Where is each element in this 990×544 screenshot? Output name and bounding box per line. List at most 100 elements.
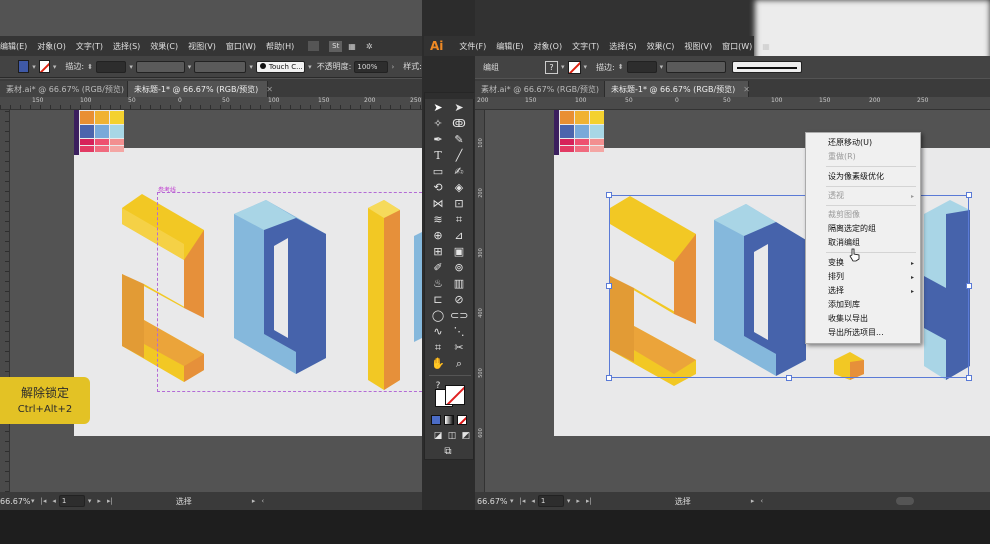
- warp-tool-icon[interactable]: ⋱: [450, 325, 468, 339]
- stroke-chevron-icon[interactable]: ▾: [53, 63, 57, 71]
- gradient-mode-icon[interactable]: [444, 415, 454, 425]
- menu-item-crop-image[interactable]: 裁剪图像: [828, 209, 860, 221]
- zoom-level[interactable]: 66.67%: [477, 497, 508, 506]
- stroke-swatch[interactable]: [567, 60, 581, 74]
- stroke-weight-chevron-icon[interactable]: ▾: [129, 63, 133, 71]
- brush-definition-field[interactable]: [194, 60, 247, 73]
- guide-bounding-box[interactable]: [157, 192, 422, 392]
- tab-sucai[interactable]: 素材.ai* @ 66.67% (RGB/预览)✕: [475, 81, 614, 97]
- stroke-stepper-icon[interactable]: ⬍: [618, 63, 624, 71]
- opacity-field[interactable]: 100%: [354, 60, 389, 73]
- rotate-tool-icon[interactable]: ⋈: [429, 197, 447, 211]
- fill-swatch-unknown[interactable]: ?: [545, 60, 558, 74]
- hand-tool-icon[interactable]: ✋: [429, 357, 447, 371]
- rectangle-tool-icon[interactable]: ▭: [429, 165, 447, 179]
- menu-effect[interactable]: 效果(C): [647, 41, 675, 52]
- menu-item-add-to-library[interactable]: 添加到库: [828, 299, 860, 311]
- menu-object[interactable]: 对象(O): [534, 41, 563, 52]
- tab-untitled[interactable]: 未标题-1* @ 66.67% (RGB/预览) ✕: [605, 81, 750, 97]
- eraser-alt-tool-icon[interactable]: ⊂⊃: [450, 309, 468, 323]
- menu-window[interactable]: 窗口(W): [226, 41, 256, 52]
- stroke-profile-field[interactable]: [732, 61, 803, 73]
- selection-handle-mr[interactable]: [966, 283, 972, 289]
- next-artboard-icon[interactable]: ▸: [97, 497, 101, 505]
- gradient-tool-icon[interactable]: ▣: [450, 245, 468, 259]
- selection-tool-icon[interactable]: ➤: [429, 101, 447, 115]
- selection-handle-bm[interactable]: [786, 375, 792, 381]
- menu-item-export-selection[interactable]: 导出所选项目...: [828, 327, 884, 339]
- menu-type[interactable]: 文字(T): [76, 41, 103, 52]
- close-icon[interactable]: ✕: [266, 85, 273, 94]
- scale-tool-icon[interactable]: ⊡: [450, 197, 468, 211]
- stroke-weight-chevron-icon[interactable]: ▾: [660, 63, 664, 71]
- type-tool-icon[interactable]: T: [429, 149, 447, 163]
- none-mode-icon[interactable]: [457, 415, 467, 425]
- menu-effect[interactable]: 效果(C): [150, 41, 178, 52]
- artboard-chevron-icon[interactable]: ▾: [88, 497, 92, 505]
- bridge-icon[interactable]: [308, 41, 320, 51]
- knife-tool-icon[interactable]: ✂: [450, 341, 468, 355]
- lasso-tool-icon[interactable]: ↂ: [450, 117, 468, 131]
- artboard-number-field[interactable]: 1: [537, 495, 564, 507]
- opacity-label[interactable]: 不透明度:: [317, 61, 352, 72]
- menu-object[interactable]: 对象(O): [37, 41, 66, 52]
- menu-edit[interactable]: 编辑(E): [496, 41, 523, 52]
- stroke-swatch[interactable]: [38, 60, 50, 73]
- menu-view[interactable]: 视图(V): [684, 41, 712, 52]
- fill-swatch[interactable]: [18, 60, 30, 73]
- variable-width-chevron-icon[interactable]: ▾: [188, 63, 192, 71]
- menu-item-transform[interactable]: 变换: [828, 257, 844, 269]
- scroll-left-icon[interactable]: ‹: [261, 497, 264, 505]
- shaper-tool-icon[interactable]: ⟲: [429, 181, 447, 195]
- artboard-tool-icon[interactable]: ⊏: [429, 293, 447, 307]
- width-tool-icon[interactable]: ≋: [429, 213, 447, 227]
- horizontal-scrollbar[interactable]: [896, 497, 915, 505]
- smooth-tool-icon[interactable]: ∿: [429, 325, 447, 339]
- direct-selection-tool-icon[interactable]: ➤: [450, 101, 468, 115]
- gpu-icon[interactable]: ✲: [366, 42, 373, 51]
- blend-tool-icon[interactable]: ⊚: [450, 261, 468, 275]
- status-arrow-icon[interactable]: ▸: [751, 497, 755, 505]
- menu-item-select[interactable]: 选择: [828, 285, 844, 297]
- right-vertical-ruler[interactable]: 100 200 300 400 500 600: [475, 110, 485, 492]
- zoom-tool-icon[interactable]: ⌕: [450, 357, 468, 371]
- variable-width-field[interactable]: [135, 60, 185, 73]
- mesh-tool-icon[interactable]: ⊞: [429, 245, 447, 259]
- prev-artboard-icon[interactable]: ◂: [531, 497, 535, 505]
- arrange-documents-icon[interactable]: ▦: [348, 42, 356, 51]
- tab-untitled[interactable]: 未标题-1* @ 66.67% (RGB/预览) ✕: [128, 81, 273, 97]
- menu-file[interactable]: 文件(F): [459, 41, 486, 52]
- menu-type[interactable]: 文字(T): [572, 41, 599, 52]
- artboard-chevron-icon[interactable]: ▾: [567, 497, 571, 505]
- menu-item-isolate-group[interactable]: 隔离选定的组: [828, 223, 876, 235]
- status-arrow-icon[interactable]: ▸: [252, 497, 256, 505]
- stroke-weight-field[interactable]: [626, 61, 657, 73]
- selection-handle-bl[interactable]: [606, 375, 612, 381]
- last-artboard-icon[interactable]: ▸|: [107, 497, 113, 505]
- stroke-weight-field[interactable]: [95, 60, 127, 73]
- right-horizontal-ruler[interactable]: 200 150 100 50 0 50 100 150 200 250: [475, 97, 990, 110]
- ellipse-tool-icon[interactable]: ◯: [429, 309, 447, 323]
- first-artboard-icon[interactable]: |◂: [520, 497, 526, 505]
- opacity-arrow-icon[interactable]: ›: [391, 63, 394, 71]
- menu-select[interactable]: 选择(S): [609, 41, 636, 52]
- stroke-chevron-icon[interactable]: ▾: [584, 63, 588, 71]
- curvature-tool-icon[interactable]: ✎: [450, 133, 468, 147]
- menu-item-pixel-optimize[interactable]: 设为像素级优化: [828, 171, 884, 183]
- variable-width-field[interactable]: [666, 61, 727, 73]
- tools-panel-grip[interactable]: [425, 93, 475, 99]
- stroke-box-icon[interactable]: [445, 385, 465, 405]
- menu-select[interactable]: 选择(S): [113, 41, 140, 52]
- slice-tool-icon[interactable]: ⊘: [450, 293, 468, 307]
- brush-type-field[interactable]: Touch C...: [255, 60, 306, 73]
- menu-window[interactable]: 窗口(W): [722, 41, 752, 52]
- shape-builder-tool-icon[interactable]: ⊕: [429, 229, 447, 243]
- menu-help[interactable]: 帮助(H): [266, 41, 294, 52]
- zoom-level[interactable]: 66.67%: [0, 497, 31, 506]
- stock-icon[interactable]: St: [329, 40, 343, 52]
- brush-type-chevron-icon[interactable]: ▾: [308, 63, 312, 71]
- close-icon[interactable]: ✕: [743, 85, 750, 94]
- free-transform-tool-icon[interactable]: ⌗: [450, 213, 468, 227]
- next-artboard-icon[interactable]: ▸: [576, 497, 580, 505]
- color-mode-icon[interactable]: [431, 415, 441, 425]
